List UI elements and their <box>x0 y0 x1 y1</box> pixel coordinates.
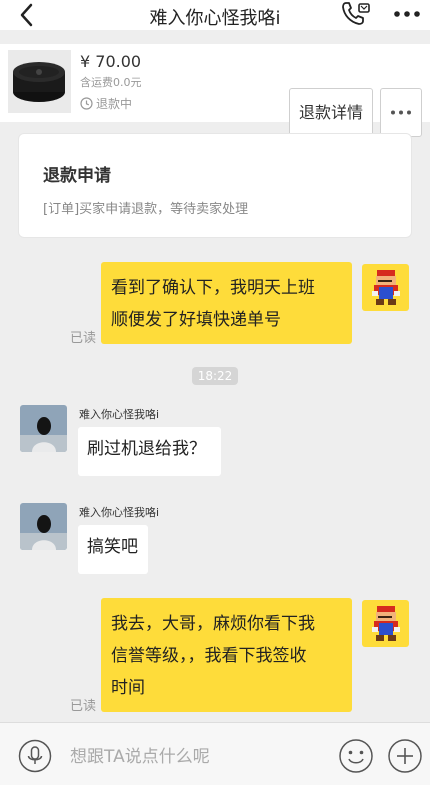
refund-status-label: 退款中 <box>96 97 133 111</box>
smiley-icon <box>339 739 373 773</box>
message-text-line: 我去，大哥，麻烦你看下我 <box>111 614 315 634</box>
product-thumbnail[interactable] <box>8 50 71 113</box>
phone-icon <box>342 2 370 25</box>
voice-input-button[interactable] <box>18 739 52 773</box>
more-options-button[interactable] <box>390 4 424 24</box>
shipping-fee: 含运费0.0元 <box>80 76 142 89</box>
message-input[interactable] <box>70 745 320 769</box>
microphone-icon <box>18 739 52 773</box>
contact-avatar[interactable] <box>20 405 67 452</box>
read-receipt: 已读 <box>70 699 97 714</box>
product-more-button[interactable] <box>380 88 422 137</box>
message-text-line: 时间 <box>111 678 145 698</box>
call-button[interactable] <box>340 0 372 28</box>
read-receipt: 已读 <box>70 331 97 346</box>
my-avatar[interactable] <box>362 600 409 647</box>
product-price: ¥ 70.00 <box>80 52 142 71</box>
plus-circle-icon <box>388 739 422 773</box>
emoji-button[interactable] <box>338 738 374 774</box>
refund-details-button[interactable]: 退款详情 <box>289 88 373 137</box>
product-info-bar: ¥ 70.00 含运费0.0元 退款中 退款详情 <box>0 44 430 137</box>
contact-avatar-image <box>20 405 67 452</box>
incoming-message-bubble[interactable]: 搞笑吧 <box>78 525 148 574</box>
refund-request-card[interactable]: 退款申请 [订单]买家申请退款，等待卖家处理 <box>18 133 412 238</box>
message-text-line: 信誉等级，，我看下我签收 <box>111 646 307 666</box>
outgoing-message-bubble[interactable]: 看到了确认下，我明天上班 顺便发了好填快递单号 <box>101 262 352 344</box>
more-horizontal-icon <box>394 11 420 17</box>
refund-status: 退款中 <box>80 95 132 112</box>
incoming-message-bubble[interactable]: 刷过机退给我？ <box>78 427 221 476</box>
contact-avatar[interactable] <box>20 503 67 550</box>
outgoing-message-bubble[interactable]: 我去，大哥，麻烦你看下我 信誉等级，，我看下我签收 时间 <box>101 598 352 712</box>
sender-name: 难入你心怪我咯i <box>79 408 160 421</box>
my-avatar[interactable] <box>362 264 409 311</box>
sender-name: 难入你心怪我咯i <box>79 506 160 519</box>
message-timestamp: 18:22 <box>192 367 238 385</box>
refund-card-description: [订单]买家申请退款，等待卖家处理 <box>43 202 249 217</box>
mario-avatar-image <box>362 600 409 647</box>
message-text-line: 顺便发了好填快递单号 <box>111 310 281 330</box>
refund-card-title: 退款申请 <box>43 166 111 186</box>
top-nav-bar: 难入你心怪我咯i <box>0 0 430 30</box>
product-image <box>8 50 71 113</box>
message-input-bar <box>0 722 430 785</box>
contact-avatar-image <box>20 503 67 550</box>
more-horizontal-icon <box>391 110 411 115</box>
message-text-line: 看到了确认下，我明天上班 <box>111 278 315 298</box>
mario-avatar-image <box>362 264 409 311</box>
more-actions-button[interactable] <box>387 738 423 774</box>
clock-icon <box>80 97 93 110</box>
